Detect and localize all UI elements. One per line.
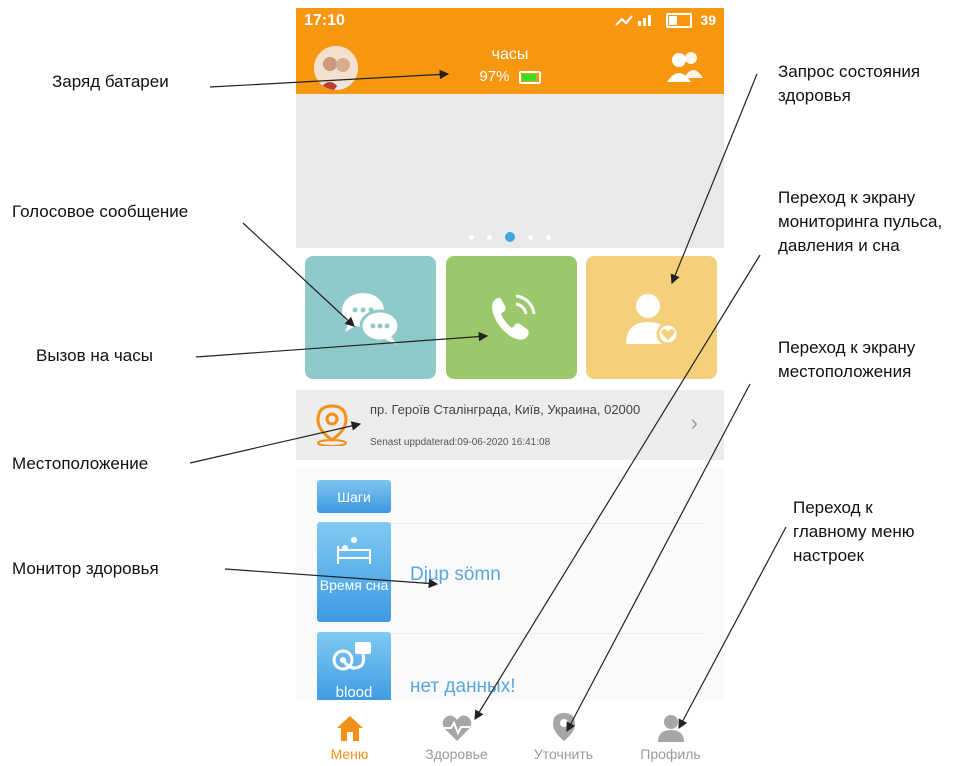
call-watch-button[interactable] [446, 256, 577, 379]
sleep-button[interactable]: Время сна [317, 522, 391, 622]
blood-label: blood [335, 684, 373, 701]
carousel-dot[interactable] [487, 234, 492, 240]
chat-bubbles-icon [341, 292, 400, 345]
health-monitor-list: Шаги Время сна Djup sömn blood нет данны… [296, 468, 724, 702]
list-divider [376, 523, 706, 524]
sleep-value[interactable]: Djup sömn [410, 564, 501, 586]
status-icons: 39 [614, 12, 716, 28]
bed-icon [337, 537, 371, 564]
nav-profile[interactable]: Профиль [617, 710, 724, 762]
status-battery-level: 39 [700, 12, 716, 28]
blood-pressure-icon [332, 642, 371, 671]
signal-icon [615, 15, 652, 26]
nav-label: Меню [330, 746, 369, 762]
banner-carousel[interactable] [296, 94, 724, 248]
blood-pressure-button[interactable]: blood [317, 632, 391, 702]
carousel-dot[interactable] [528, 234, 533, 240]
bottom-navigation: Меню Здоровье Уточнить Профиль [296, 700, 724, 766]
battery-status-icon [666, 12, 693, 28]
carousel-dot-active[interactable] [505, 232, 515, 242]
nav-label: Профиль [640, 746, 701, 762]
steps-label: Шаги [337, 488, 371, 505]
blood-value[interactable]: нет данных! [410, 676, 515, 698]
person-heart-icon [625, 293, 679, 345]
callout-call: Вызов на часы [36, 346, 153, 365]
user-icon [657, 715, 684, 742]
nav-label: Здоровье [425, 746, 488, 762]
watch-title: часы [491, 46, 529, 63]
voice-message-button[interactable] [305, 256, 436, 379]
status-time: 17:10 [304, 12, 345, 29]
carousel-dots [296, 232, 724, 242]
callout-battery: Заряд батареи [52, 72, 169, 91]
phone-call-icon [491, 294, 535, 340]
home-icon [336, 716, 363, 741]
location-card[interactable]: пр. Героїв Сталінграда, Київ, Украина, 0… [296, 390, 724, 460]
callout-settings-menu: Переход к главному меню настроек [793, 498, 915, 565]
callout-location-screen: Переход к экрану местоположения [778, 338, 916, 381]
nav-locate[interactable]: Уточнить [510, 710, 617, 762]
battery-indicator: 97% [296, 68, 724, 85]
chevron-right-icon[interactable]: › [691, 410, 698, 436]
people-icon[interactable] [666, 50, 704, 89]
callout-voice: Голосовое сообщение [12, 202, 189, 221]
list-divider [376, 633, 706, 634]
steps-button[interactable]: Шаги [317, 480, 391, 513]
callout-location: Местоположение [12, 454, 149, 473]
callout-health-request: Запрос состояния здоровья [778, 62, 921, 105]
battery-percent: 97% [479, 68, 510, 85]
nav-label: Уточнить [533, 746, 594, 762]
sleep-label: Время сна [319, 577, 389, 593]
location-pin-icon [316, 404, 348, 446]
carousel-dot[interactable] [546, 234, 551, 240]
nav-health[interactable]: Здоровье [403, 710, 510, 762]
health-status-request-button[interactable] [586, 256, 717, 379]
location-updated-time: Senast uppdaterad:09-06-2020 16:41:08 [370, 437, 551, 448]
callout-pulse-screen: Переход к экрану мониторинга пульса, дав… [778, 188, 943, 255]
carousel-dot[interactable] [469, 234, 474, 240]
nav-menu[interactable]: Меню [296, 710, 403, 762]
location-address: пр. Героїв Сталінграда, Київ, Украина, 0… [370, 402, 641, 417]
top-bar: 17:10 39 часы 97% [296, 8, 724, 94]
battery-icon [518, 70, 541, 84]
heartbeat-icon [442, 715, 471, 741]
callout-monitor: Монитор здоровья [12, 559, 159, 578]
location-pin-icon [552, 713, 575, 741]
phone-screen: 17:10 39 часы 97% пр. Героїв Сталінграда… [296, 8, 724, 766]
